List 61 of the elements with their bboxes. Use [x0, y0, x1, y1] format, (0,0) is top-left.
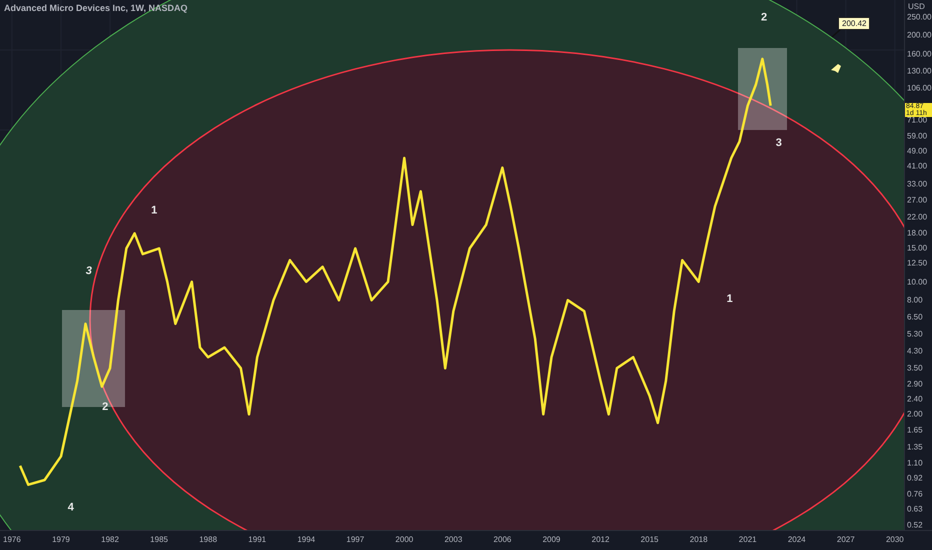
axis-tick-label: 3.50: [907, 364, 923, 373]
axis-tick-label: 2018: [690, 535, 708, 544]
axis-tick-label: 8.00: [907, 296, 923, 305]
axis-tick-label: 2012: [592, 535, 610, 544]
axis-tick-label: 15.00: [907, 244, 928, 253]
axis-tick-label: 1.35: [907, 442, 923, 452]
leader-line: [832, 27, 842, 38]
axis-tick-label: 130.00: [907, 66, 932, 76]
price-callout: 200.42: [838, 17, 870, 30]
axis-tick-label: 0.92: [907, 474, 923, 483]
axis-tick-label: 1991: [248, 535, 266, 544]
axis-tick-label: 41.00: [907, 161, 928, 170]
axis-tick-label: 4.30: [907, 346, 923, 356]
axis-tick-label: 0.76: [907, 489, 923, 498]
wave-label: 2: [102, 401, 108, 414]
axis-tick-label: 2.90: [907, 379, 923, 388]
axis-tick-label: 1988: [199, 535, 218, 544]
axis-tick-label: 6.50: [907, 312, 923, 322]
axis-tick-label: 2000: [395, 535, 414, 544]
axis-tick-label: 1994: [297, 535, 316, 544]
axis-tick-label: 2015: [640, 535, 658, 544]
axis-tick-label: 0.52: [907, 520, 923, 530]
axis-tick-label: 2006: [494, 535, 512, 544]
axis-tick-label: 106.00: [907, 83, 932, 92]
wave-label: 3: [776, 137, 782, 150]
axis-tick-label: 33.00: [907, 179, 928, 188]
axis-tick-label: 2.40: [907, 394, 923, 404]
axis-tick-label: 2024: [788, 535, 806, 544]
wave-label: 1: [151, 204, 158, 216]
axis-tick-label: 2.00: [907, 410, 923, 419]
axis-tick-label: 2027: [836, 535, 855, 544]
axis-tick-label: 200.00: [907, 30, 932, 40]
axis-tick-label: 1997: [346, 535, 364, 544]
axis-tick-label: 2003: [444, 535, 462, 544]
axis-tick-label: 22.00: [907, 212, 928, 222]
axis-tick-label: 2030: [886, 535, 904, 544]
wave-label: 3: [86, 264, 92, 277]
axis-tick-label: 59.00: [907, 131, 928, 140]
axis-tick-label: 18.00: [907, 228, 928, 238]
axis-tick-label: 27.00: [907, 196, 928, 205]
axis-tick-label: 1976: [3, 535, 21, 544]
axis-tick-label: 49.00: [907, 146, 928, 156]
axis-tick-label: 12.50: [907, 258, 928, 268]
axis-tick-label: 160.00: [907, 49, 932, 58]
marker-icon: [831, 64, 841, 73]
axis-tick-label: 1.65: [907, 426, 923, 435]
axis-tick-label: 5.30: [907, 330, 923, 339]
axis-tick-label: 250.00: [907, 12, 932, 22]
axis-tick-label: 2009: [542, 535, 560, 544]
currency-label: USD: [908, 2, 925, 11]
axis-tick-label: 1982: [101, 535, 119, 544]
axis-tick-label: 71.00: [907, 116, 928, 125]
wave-label: 4: [68, 502, 74, 514]
axis-tick-label: 1985: [150, 535, 168, 544]
wave-label: 2: [760, 11, 768, 24]
axis-tick-label: 2021: [738, 535, 757, 544]
axis-tick-label: 0.63: [907, 504, 923, 514]
wave-label: 1: [726, 293, 733, 306]
axis-tick-label: 1979: [52, 535, 70, 544]
axis-tick-label: 1.10: [907, 458, 923, 468]
axis-tick-label: 10.00: [907, 277, 928, 286]
